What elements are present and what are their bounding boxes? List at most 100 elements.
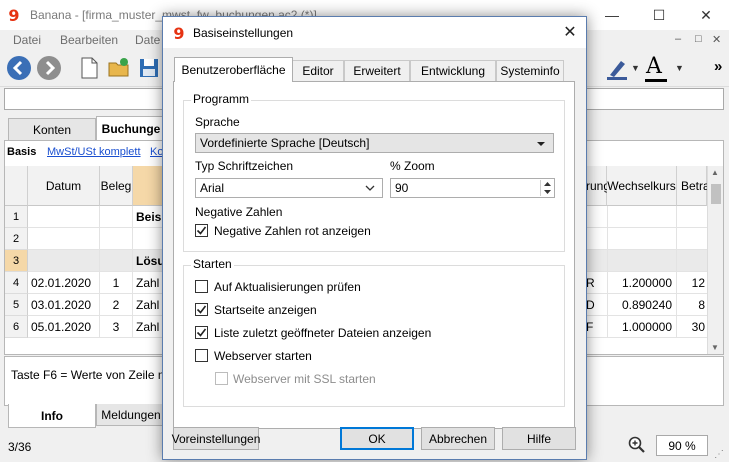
- cell-beschreibung[interactable]: Zahl: [133, 316, 163, 338]
- cell-beleg[interactable]: 3: [100, 316, 133, 338]
- negative-zahlen-checkbox-label[interactable]: Negative Zahlen rot anzeigen: [214, 224, 371, 238]
- cell-wechselkurs[interactable]: 0.890240: [607, 294, 677, 316]
- webserver-ssl-checkbox[interactable]: [215, 372, 228, 385]
- updates-checkbox[interactable]: [195, 280, 208, 293]
- view-basis[interactable]: Basis: [7, 146, 36, 158]
- cell-betrag[interactable]: 12: [677, 272, 707, 294]
- spin-up-icon[interactable]: [543, 181, 552, 187]
- column-header-beleg[interactable]: Beleg: [100, 166, 133, 206]
- cell-beschreibung[interactable]: Zahl: [133, 272, 163, 294]
- cell-datum[interactable]: 05.01.2020: [28, 316, 100, 338]
- zoom-field[interactable]: 90 %: [656, 435, 708, 456]
- defaults-button[interactable]: Voreinstellungen: [172, 427, 260, 450]
- cell-waehrung[interactable]: F: [586, 316, 607, 338]
- cell-waehrung[interactable]: [586, 206, 607, 228]
- dialog-close-button[interactable]: ✕: [559, 21, 581, 43]
- cell-datum[interactable]: [28, 206, 100, 228]
- cell-wechselkurs[interactable]: 1.200000: [607, 272, 677, 294]
- cell-betrag[interactable]: [677, 250, 707, 272]
- mdi-minimize-button[interactable]: ‒: [675, 33, 681, 45]
- cell-waehrung[interactable]: [586, 250, 607, 272]
- close-button[interactable]: ✕: [683, 0, 729, 30]
- cell-betrag[interactable]: [677, 206, 707, 228]
- mdi-close-button[interactable]: ✕: [712, 33, 721, 46]
- column-header-betrag[interactable]: Betra: [677, 166, 710, 206]
- ok-button[interactable]: OK: [340, 427, 414, 450]
- negative-zahlen-checkbox[interactable]: [195, 224, 208, 237]
- tab-buchungen[interactable]: Buchunge: [96, 116, 166, 141]
- cell-wechselkurs[interactable]: [607, 250, 677, 272]
- recent-files-checkbox-label[interactable]: Liste zuletzt geöffneter Dateien anzeige…: [214, 326, 431, 340]
- column-header-waehrung[interactable]: rung: [586, 166, 610, 206]
- webserver-ssl-checkbox-label[interactable]: Webserver mit SSL starten: [233, 372, 376, 386]
- cell-betrag[interactable]: [677, 228, 707, 250]
- help-button[interactable]: Hilfe: [502, 427, 576, 450]
- back-icon[interactable]: [6, 55, 32, 81]
- menu-bearbeiten[interactable]: Bearbeiten: [60, 33, 118, 47]
- column-header-datum[interactable]: Datum: [28, 166, 100, 206]
- cell-beleg[interactable]: 2: [100, 294, 133, 316]
- view-mwst-komplett[interactable]: MwSt/USt komplett: [47, 146, 141, 158]
- cell-beleg[interactable]: [100, 206, 133, 228]
- font-color-dropdown-icon[interactable]: ▼: [675, 63, 684, 73]
- column-header-wechselkurs[interactable]: Wechselkurs: [607, 166, 677, 206]
- row-number[interactable]: 5: [5, 294, 28, 316]
- minimize-button[interactable]: —: [589, 0, 635, 30]
- cell-betrag[interactable]: 30: [677, 316, 707, 338]
- cancel-button[interactable]: Abbrechen: [421, 427, 495, 450]
- zoom-spinbox[interactable]: 90: [390, 178, 555, 198]
- cell-betrag[interactable]: 8: [677, 294, 707, 316]
- vertical-scrollbar[interactable]: ▲ ▼: [707, 166, 723, 354]
- webserver-checkbox[interactable]: [195, 349, 208, 362]
- updates-checkbox-label[interactable]: Auf Aktualisierungen prüfen: [214, 280, 361, 294]
- cell-wechselkurs[interactable]: 1.000000: [607, 316, 677, 338]
- resize-grip-icon[interactable]: ⋰: [714, 449, 724, 460]
- cell-beleg[interactable]: [100, 250, 133, 272]
- row-number[interactable]: 1: [5, 206, 28, 228]
- cell-beleg[interactable]: [100, 228, 133, 250]
- column-header-beschreibung[interactable]: [133, 166, 163, 206]
- cell-datum[interactable]: 02.01.2020: [28, 272, 100, 294]
- cell-datum[interactable]: [28, 228, 100, 250]
- tab-editor[interactable]: Editor: [292, 60, 344, 81]
- cell-beschreibung[interactable]: Beis: [133, 206, 163, 228]
- mdi-restore-button[interactable]: □: [695, 33, 702, 45]
- cell-wechselkurs[interactable]: [607, 206, 677, 228]
- row-number[interactable]: 6: [5, 316, 28, 338]
- row-number[interactable]: 2: [5, 228, 28, 250]
- cell-datum[interactable]: [28, 250, 100, 272]
- cell-datum[interactable]: 03.01.2020: [28, 294, 100, 316]
- spin-buttons[interactable]: [540, 180, 553, 196]
- tab-systeminfo[interactable]: Systeminfo: [496, 60, 564, 81]
- cell-waehrung[interactable]: D: [586, 294, 607, 316]
- cell-beleg[interactable]: 1: [100, 272, 133, 294]
- menu-datei[interactable]: Datei: [13, 33, 41, 47]
- tab-benutzeroberflaeche[interactable]: Benutzeroberfläche: [174, 57, 293, 82]
- save-icon[interactable]: [136, 55, 162, 81]
- toolbar-overflow-button[interactable]: »: [714, 58, 722, 75]
- row-number[interactable]: 4: [5, 272, 28, 294]
- spin-down-icon[interactable]: [543, 189, 552, 195]
- new-file-icon[interactable]: [76, 55, 102, 81]
- cell-waehrung[interactable]: [586, 228, 607, 250]
- tab-entwicklung[interactable]: Entwicklung: [410, 60, 496, 81]
- webserver-checkbox-label[interactable]: Webserver starten: [214, 349, 312, 363]
- highlighter-dropdown-icon[interactable]: ▼: [631, 63, 640, 73]
- tab-erweitert[interactable]: Erweitert: [344, 60, 410, 81]
- cell-beschreibung[interactable]: [133, 228, 163, 250]
- font-select[interactable]: Arial: [195, 178, 383, 198]
- row-number[interactable]: 3: [5, 250, 28, 272]
- startseite-checkbox[interactable]: [195, 303, 208, 316]
- tab-info[interactable]: Info: [8, 404, 96, 428]
- font-color-icon[interactable]: A: [646, 54, 662, 79]
- tab-meldungen[interactable]: Meldungen: [96, 404, 166, 426]
- sprache-select[interactable]: Vordefinierte Sprache [Deutsch]: [195, 133, 554, 153]
- cell-wechselkurs[interactable]: [607, 228, 677, 250]
- cell-waehrung[interactable]: R: [586, 272, 607, 294]
- cell-beschreibung[interactable]: Lösu: [133, 250, 163, 272]
- tab-konten[interactable]: Konten: [8, 118, 96, 140]
- maximize-button[interactable]: ☐: [636, 0, 682, 30]
- cell-beschreibung[interactable]: Zahl: [133, 294, 163, 316]
- menu-daten[interactable]: Date: [135, 33, 160, 47]
- forward-icon[interactable]: [36, 55, 62, 81]
